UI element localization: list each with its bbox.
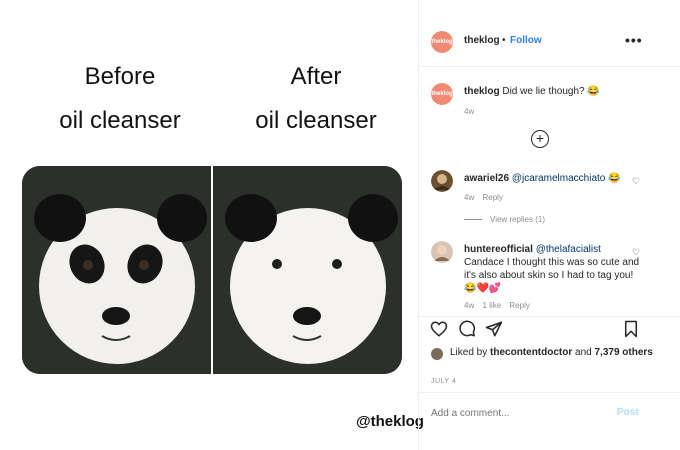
before-title: Before	[84, 63, 156, 90]
before-subtitle: oil cleanser	[59, 107, 181, 134]
actions-divider	[419, 316, 680, 317]
more-icon[interactable]: •••	[625, 32, 643, 48]
follow-button[interactable]: Follow	[510, 35, 542, 46]
before-caption: Before oil cleanser	[20, 62, 220, 136]
comment-time: 4w	[464, 193, 475, 202]
replies-line	[464, 219, 482, 221]
caption-avatar[interactable]: theklog	[431, 83, 453, 105]
comment-username[interactable]: awariel26	[464, 173, 509, 184]
header-divider	[419, 66, 680, 67]
panda-comparison-photo	[22, 166, 402, 374]
after-caption: After oil cleanser	[216, 62, 416, 136]
comment-input[interactable]	[429, 404, 613, 422]
caption-time: 4w	[464, 107, 475, 116]
liker-avatar[interactable]	[431, 348, 443, 360]
post-date: JULY 4	[431, 378, 457, 385]
reply-button[interactable]: Reply	[509, 301, 529, 310]
caption-username[interactable]: theklog	[464, 86, 500, 97]
post-image[interactable]: Before oil cleanser After oil cleanser @…	[8, 18, 424, 438]
panda-before-image	[22, 166, 211, 374]
comment-mention[interactable]: @thelafacialist	[536, 244, 601, 255]
add-comment-bar: Post	[419, 392, 680, 433]
instagram-post: Before oil cleanser After oil cleanser @…	[0, 0, 680, 450]
like-comment-heart-icon[interactable]: ♡	[632, 247, 640, 258]
after-subtitle: oil cleanser	[255, 107, 377, 134]
comment-mention[interactable]: @jcaramelmacchiato	[512, 173, 606, 184]
comment-icon[interactable]	[458, 320, 476, 338]
likes-prefix: Liked by	[450, 347, 488, 358]
liker-username[interactable]: thecontentdoctor	[490, 347, 572, 358]
caption-text: Did we lie though? 😂	[502, 86, 600, 97]
comment-body: awariel26 @jcaramelmacchiato 😂	[464, 172, 642, 185]
share-icon[interactable]	[485, 320, 503, 338]
comment-text: Candace I thought this was so cute and i…	[464, 257, 640, 294]
post-actions	[419, 320, 680, 348]
caption-body: theklog Did we lie though? 😂	[464, 85, 642, 98]
view-replies-button[interactable]: View replies (1)	[464, 215, 545, 224]
comment-body: huntereofficial @thelafacialist Candace …	[464, 243, 642, 295]
post-comment-button[interactable]: Post	[617, 407, 639, 418]
commenter-avatar[interactable]	[431, 170, 453, 192]
author-avatar[interactable]: theklog	[431, 31, 453, 53]
plus-circle-icon[interactable]: +	[531, 130, 549, 148]
reply-button[interactable]: Reply	[482, 193, 502, 202]
comment-time: 4w	[464, 301, 475, 310]
likes-others[interactable]: 7,379 others	[595, 347, 653, 358]
commenter-avatar[interactable]	[431, 241, 453, 263]
view-replies-label: View replies (1)	[490, 215, 545, 224]
likes-text: Liked by thecontentdoctor and 7,379 othe…	[450, 346, 660, 359]
heart-icon[interactable]	[430, 320, 448, 338]
post-header: theklog theklog • Follow •••	[419, 22, 680, 60]
post-sidebar: theklog theklog • Follow ••• theklog the…	[418, 0, 680, 450]
comment-username[interactable]: huntereofficial	[464, 244, 533, 255]
bookmark-icon[interactable]	[622, 320, 640, 338]
comment-text: 😂	[608, 173, 621, 184]
caption-meta: 4w	[464, 107, 480, 116]
comment-meta: 4w Reply	[464, 193, 509, 202]
watermark-handle: @theklog	[356, 413, 424, 430]
likes-and: and	[575, 347, 592, 358]
comment-meta: 4w 1 like Reply	[464, 301, 536, 310]
like-comment-heart-icon[interactable]: ♡	[632, 176, 640, 187]
comment-likes[interactable]: 1 like	[482, 301, 501, 310]
after-title: After	[290, 63, 342, 90]
panda-after-image	[213, 166, 402, 374]
separator-dot: •	[502, 35, 506, 46]
author-username[interactable]: theklog	[464, 35, 500, 46]
